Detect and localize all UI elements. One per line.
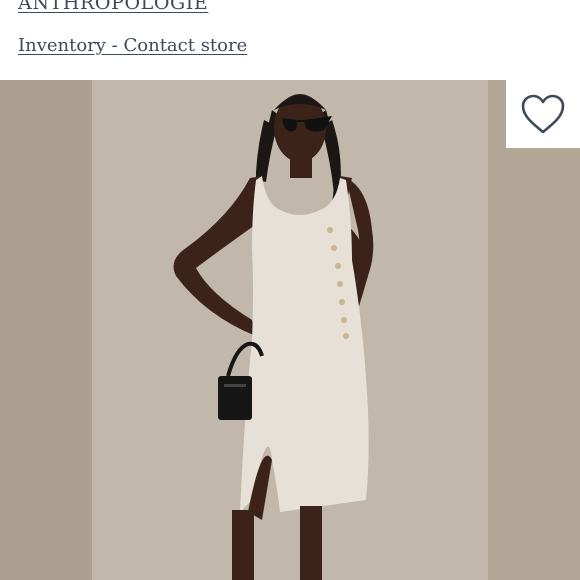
neck	[290, 156, 312, 178]
product-photo-illustration	[0, 80, 580, 580]
backdrop-left	[0, 80, 92, 580]
inventory-contact-store-link[interactable]: Inventory - Contact store	[18, 35, 247, 56]
heart-outline-icon	[521, 94, 565, 134]
brand-link[interactable]: ANTHROPOLOGIE	[18, 0, 208, 14]
dress	[240, 176, 369, 512]
favorite-button[interactable]	[506, 80, 580, 148]
product-photo[interactable]	[0, 80, 580, 580]
listing-page: ANTHROPOLOGIE Inventory - Contact store	[0, 0, 580, 580]
